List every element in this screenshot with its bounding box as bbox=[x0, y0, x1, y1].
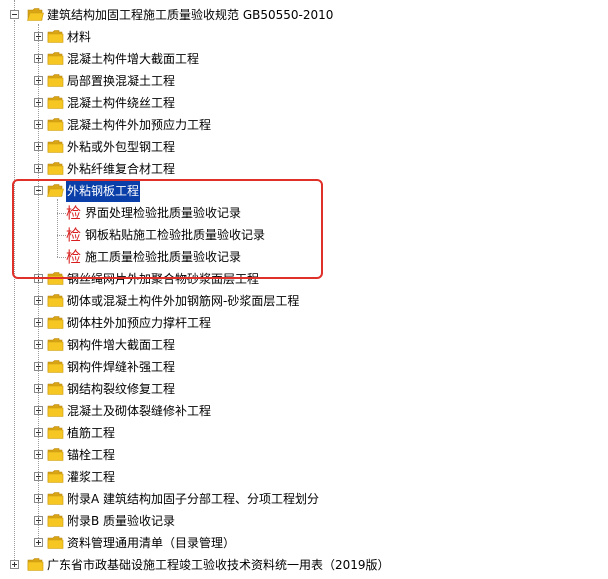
tree-guide-line bbox=[14, 20, 15, 560]
tree-item-label: 资料管理通用清单（目录管理） bbox=[67, 536, 236, 550]
tree-item-15[interactable]: 混凝土及砌体裂缝修补工程 bbox=[0, 400, 600, 422]
tree-item-label: 混凝土构件增大截面工程 bbox=[67, 52, 200, 66]
tree-guide-line bbox=[57, 257, 66, 258]
tree-item-label: 灌浆工程 bbox=[67, 470, 116, 484]
folder-icon bbox=[47, 51, 64, 66]
folder-icon bbox=[47, 95, 64, 110]
record-item-3[interactable]: 检施工质量检验批质量验收记录 bbox=[0, 246, 600, 268]
tree-item-18[interactable]: 灌浆工程 bbox=[0, 466, 600, 488]
plus-box-icon[interactable] bbox=[10, 560, 19, 569]
tree-item-label: 钢构件增大截面工程 bbox=[67, 338, 176, 352]
tree-item-label: 外粘纤维复合材工程 bbox=[67, 162, 176, 176]
folder-icon bbox=[47, 73, 64, 88]
tree-item-10[interactable]: 砌体或混凝土构件外加钢筋网-砂浆面层工程 bbox=[0, 290, 600, 312]
tree-item-label: 附录A 建筑结构加固子分部工程、分项工程划分 bbox=[67, 492, 320, 506]
tree-item-label: 砌体柱外加预应力撑杆工程 bbox=[67, 316, 212, 330]
tree-item-label: 砌体或混凝土构件外加钢筋网-砂浆面层工程 bbox=[67, 294, 300, 308]
tree-item-label: 外粘钢板工程 bbox=[66, 180, 141, 202]
tree-item-7[interactable]: 外粘纤维复合材工程 bbox=[0, 158, 600, 180]
tree-guide-line bbox=[38, 24, 39, 538]
folder-icon bbox=[47, 381, 64, 396]
folder-icon bbox=[47, 315, 64, 330]
tree-item-label: 锚栓工程 bbox=[67, 448, 116, 462]
folder-icon bbox=[47, 271, 64, 286]
plus-box-icon[interactable] bbox=[34, 538, 43, 547]
inspection-record-icon: 检 bbox=[66, 226, 82, 244]
tree-item-11[interactable]: 砌体柱外加预应力撑杆工程 bbox=[0, 312, 600, 334]
tree-item-label: 外粘或外包型钢工程 bbox=[67, 140, 176, 154]
tree-item-label: 混凝土及砌体裂缝修补工程 bbox=[67, 404, 212, 418]
folder-icon bbox=[47, 403, 64, 418]
tree-guide-line bbox=[57, 235, 66, 236]
tree-item-label: 植筋工程 bbox=[67, 426, 116, 440]
folder-icon bbox=[47, 139, 64, 154]
folder-open-icon bbox=[27, 7, 44, 22]
tree-item-20[interactable]: 附录B 质量验收记录 bbox=[0, 510, 600, 532]
tree-item-label: 钢构件焊缝补强工程 bbox=[67, 360, 176, 374]
tree-item-21[interactable]: 资料管理通用清单（目录管理） bbox=[0, 532, 600, 554]
record-item-2[interactable]: 检钢板粘贴施工检验批质量验收记录 bbox=[0, 224, 600, 246]
folder-icon bbox=[47, 359, 64, 374]
folder-icon bbox=[47, 293, 64, 308]
folder-icon bbox=[47, 425, 64, 440]
tree-item-6[interactable]: 外粘或外包型钢工程 bbox=[0, 136, 600, 158]
folder-icon bbox=[47, 447, 64, 462]
tree-item-19[interactable]: 附录A 建筑结构加固子分部工程、分项工程划分 bbox=[0, 488, 600, 510]
folder-icon bbox=[47, 469, 64, 484]
tree-item-12[interactable]: 钢构件增大截面工程 bbox=[0, 334, 600, 356]
tree-item-label: 钢丝绳网片外加聚合物砂浆面层工程 bbox=[67, 272, 260, 286]
tree-item-13[interactable]: 钢构件焊缝补强工程 bbox=[0, 356, 600, 378]
inspection-record-icon: 检 bbox=[66, 204, 82, 222]
tree-item-sibling-root[interactable]: 广东省市政基础设施工程竣工验收技术资料统一用表（2019版） bbox=[0, 554, 600, 576]
folder-icon bbox=[47, 535, 64, 550]
inspection-record-icon: 检 bbox=[66, 248, 82, 266]
record-item-label: 钢板粘贴施工检验批质量验收记录 bbox=[85, 228, 266, 242]
record-item-label: 施工质量检验批质量验收记录 bbox=[85, 250, 242, 264]
file-tree: 建筑结构加固工程施工质量验收规范 GB50550-2010 材料混凝土构件增大截面… bbox=[0, 0, 608, 574]
folder-icon bbox=[47, 513, 64, 528]
tree-item-3[interactable]: 局部置换混凝土工程 bbox=[0, 70, 600, 92]
tree-item-label: 局部置换混凝土工程 bbox=[67, 74, 176, 88]
folder-icon bbox=[47, 161, 64, 176]
tree-guide-line bbox=[14, 0, 15, 10]
record-item-1[interactable]: 检界面处理检验批质量验收记录 bbox=[0, 202, 600, 224]
tree-item-root[interactable]: 建筑结构加固工程施工质量验收规范 GB50550-2010 bbox=[0, 4, 600, 26]
tree-item-5[interactable]: 混凝土构件外加预应力工程 bbox=[0, 114, 600, 136]
tree-item-14[interactable]: 钢结构裂纹修复工程 bbox=[0, 378, 600, 400]
tree-item-label: 材料 bbox=[67, 30, 92, 44]
minus-box-icon[interactable] bbox=[10, 10, 19, 19]
folder-icon bbox=[47, 117, 64, 132]
tree-item-1[interactable]: 材料 bbox=[0, 26, 600, 48]
tree-item-label: 建筑结构加固工程施工质量验收规范 GB50550-2010 bbox=[47, 8, 334, 22]
tree-item-label: 广东省市政基础设施工程竣工验收技术资料统一用表（2019版） bbox=[47, 558, 390, 572]
folder-icon bbox=[47, 29, 64, 44]
tree-item-2[interactable]: 混凝土构件增大截面工程 bbox=[0, 48, 600, 70]
tree-item-label: 附录B 质量验收记录 bbox=[67, 514, 176, 528]
tree-item-17[interactable]: 锚栓工程 bbox=[0, 444, 600, 466]
tree-guide-line bbox=[57, 213, 66, 214]
tree-guide-line bbox=[57, 199, 58, 257]
tree-item-4[interactable]: 混凝土构件绕丝工程 bbox=[0, 92, 600, 114]
tree-item-8[interactable]: 外粘钢板工程 bbox=[0, 180, 600, 202]
tree-item-9[interactable]: 钢丝绳网片外加聚合物砂浆面层工程 bbox=[0, 268, 600, 290]
tree-item-16[interactable]: 植筋工程 bbox=[0, 422, 600, 444]
tree-item-label: 混凝土构件外加预应力工程 bbox=[67, 118, 212, 132]
tree-item-label: 混凝土构件绕丝工程 bbox=[67, 96, 176, 110]
tree-item-label: 钢结构裂纹修复工程 bbox=[67, 382, 176, 396]
folder-open-icon bbox=[47, 183, 64, 198]
folder-icon bbox=[27, 557, 44, 572]
record-item-label: 界面处理检验批质量验收记录 bbox=[85, 206, 242, 220]
folder-icon bbox=[47, 337, 64, 352]
folder-icon bbox=[47, 491, 64, 506]
